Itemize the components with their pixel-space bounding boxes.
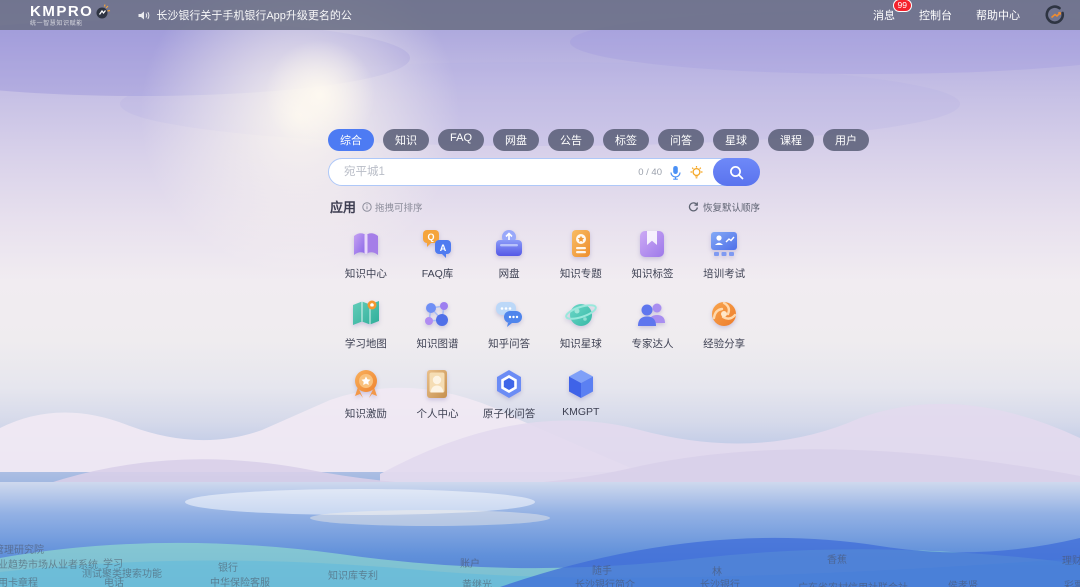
app-label: 知乎问答 <box>488 336 530 351</box>
expert-icon <box>634 296 670 332</box>
search-section: 综合 知识 FAQ 网盘 公告 标签 问答 星球 课程 用户 0 / 40 <box>328 129 760 186</box>
speaker-icon <box>137 9 150 22</box>
logo-spark-icon <box>95 4 111 20</box>
search-bar: 0 / 40 <box>328 158 760 186</box>
app-item-expert[interactable]: 专家达人 <box>617 296 689 351</box>
app-item-knowledge-planet[interactable]: 知识星球 <box>545 296 617 351</box>
app-item-knowledge-tag[interactable]: 知识标签 <box>617 226 689 281</box>
char-counter: 0 / 40 <box>638 167 662 178</box>
tab-user[interactable]: 用户 <box>823 129 869 151</box>
app-label: 知识图谱 <box>416 336 458 351</box>
kmpro-logo[interactable]: KMPRO 统一智慧知识赋能 <box>30 4 111 27</box>
logo-text: KMPRO <box>30 4 93 19</box>
refresh-icon <box>688 201 699 212</box>
logo-tagline: 统一智慧知识赋能 <box>30 21 111 27</box>
app-item-knowledge-topic[interactable]: 知识专题 <box>545 226 617 281</box>
net-disk-icon <box>491 226 527 262</box>
app-item-net-disk[interactable]: 网盘 <box>473 226 545 281</box>
app-label: 知识中心 <box>345 266 387 281</box>
tab-netdisk[interactable]: 网盘 <box>493 129 539 151</box>
faq-library-icon: Q A <box>419 226 455 262</box>
app-label: 经验分享 <box>703 336 745 351</box>
knowledge-topic-icon <box>563 226 599 262</box>
kmgpt-icon <box>563 366 599 402</box>
top-bar: KMPRO 统一智慧知识赋能 长沙银行关于手机银行App升级更名的公 <box>0 0 1080 30</box>
knowledge-center-icon <box>348 226 384 262</box>
apps-title: 应用 <box>330 197 356 216</box>
knowledge-reward-icon <box>348 366 384 402</box>
app-label: 网盘 <box>499 266 520 281</box>
kmpro-portal-page: 管理研究院行业趋势市场从业者系统学习测试聚类搜索功能银行知识库专利账户信用卡章程… <box>0 0 1080 587</box>
user-avatar-icon[interactable] <box>1044 4 1066 26</box>
learning-map-icon <box>348 296 384 332</box>
app-label: 知识专题 <box>560 266 602 281</box>
atomic-qa-icon <box>491 366 527 402</box>
experience-share-icon <box>706 296 742 332</box>
announcement-ticker[interactable]: 长沙银行关于手机银行App升级更名的公 <box>137 7 352 23</box>
app-label: 知识星球 <box>560 336 602 351</box>
app-label: 原子化问答 <box>483 406 536 421</box>
messages-link[interactable]: 消息 99 <box>873 7 895 23</box>
personal-center-icon <box>419 366 455 402</box>
drag-sort-hint: 拖拽可排序 <box>362 200 423 214</box>
app-label: 学习地图 <box>345 336 387 351</box>
app-label: 培训考试 <box>703 266 745 281</box>
app-label: 专家达人 <box>631 336 673 351</box>
app-label: 知识激励 <box>345 406 387 421</box>
app-item-faq-library[interactable]: Q A FAQ库 <box>402 226 474 281</box>
svg-text:A: A <box>440 243 447 253</box>
messages-label: 消息 <box>873 10 895 22</box>
tab-faq[interactable]: FAQ <box>438 129 484 151</box>
info-icon <box>362 202 372 212</box>
search-button[interactable] <box>713 158 760 186</box>
knowledge-planet-icon <box>563 296 599 332</box>
training-exam-icon <box>706 226 742 262</box>
idea-bulb-icon[interactable] <box>689 165 704 180</box>
app-label: FAQ库 <box>422 266 454 281</box>
apps-grid: 知识中心 Q A FAQ库 <box>330 226 760 421</box>
app-item-experience-share[interactable]: 经验分享 <box>688 296 760 351</box>
apps-section: 应用 拖拽可排序 恢复默认顺序 <box>330 197 760 421</box>
search-input[interactable] <box>342 165 634 179</box>
app-label: KMGPT <box>562 406 599 418</box>
app-item-knowledge-reward[interactable]: 知识激励 <box>330 366 402 421</box>
app-item-training-exam[interactable]: 培训考试 <box>688 226 760 281</box>
tab-qa[interactable]: 问答 <box>658 129 704 151</box>
app-item-zhihu-qa[interactable]: 知乎问答 <box>473 296 545 351</box>
tab-planet[interactable]: 星球 <box>713 129 759 151</box>
app-item-kmgpt[interactable]: KMGPT <box>545 366 617 421</box>
app-item-knowledge-graph[interactable]: 知识图谱 <box>402 296 474 351</box>
knowledge-tag-icon <box>634 226 670 262</box>
app-item-atomic-qa[interactable]: 原子化问答 <box>473 366 545 421</box>
microphone-icon[interactable] <box>669 165 682 180</box>
messages-badge: 99 <box>893 0 912 12</box>
tab-tags[interactable]: 标签 <box>603 129 649 151</box>
help-center-link[interactable]: 帮助中心 <box>976 7 1020 23</box>
zhihu-qa-icon <box>491 296 527 332</box>
app-label: 个人中心 <box>416 406 458 421</box>
topbar-nav: 消息 99 控制台 帮助中心 <box>873 4 1080 26</box>
reset-default-order-button[interactable]: 恢复默认顺序 <box>688 200 760 214</box>
tab-knowledge[interactable]: 知识 <box>383 129 429 151</box>
app-item-knowledge-center[interactable]: 知识中心 <box>330 226 402 281</box>
app-item-learning-map[interactable]: 学习地图 <box>330 296 402 351</box>
svg-text:Q: Q <box>428 232 435 242</box>
knowledge-graph-icon <box>419 296 455 332</box>
tab-announcement[interactable]: 公告 <box>548 129 594 151</box>
app-label: 知识标签 <box>631 266 673 281</box>
app-item-personal-center[interactable]: 个人中心 <box>402 366 474 421</box>
search-tabs: 综合 知识 FAQ 网盘 公告 标签 问答 星球 课程 用户 <box>328 129 760 151</box>
tab-comprehensive[interactable]: 综合 <box>328 129 374 151</box>
tab-course[interactable]: 课程 <box>768 129 814 151</box>
console-link[interactable]: 控制台 <box>919 7 952 23</box>
announcement-text: 长沙银行关于手机银行App升级更名的公 <box>156 7 352 23</box>
